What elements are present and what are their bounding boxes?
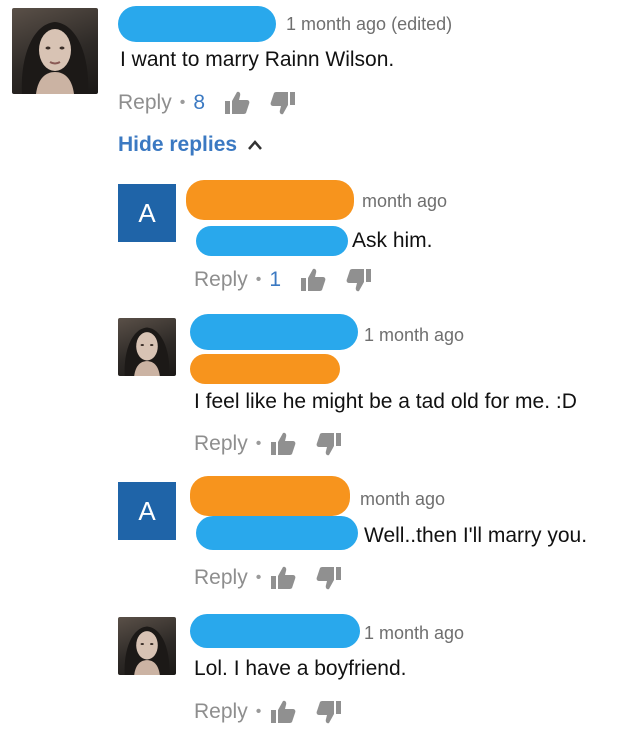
letter-avatar[interactable]: A bbox=[118, 482, 176, 540]
separator-dot: • bbox=[255, 435, 262, 452]
thumbs-down-icon[interactable] bbox=[269, 90, 297, 116]
comment-actions: Reply • 8 bbox=[118, 90, 315, 116]
reply-text: Lol. I have a boyfriend. bbox=[194, 657, 407, 680]
redacted-username bbox=[186, 180, 354, 220]
avatar-letter: A bbox=[138, 197, 156, 228]
reply-text: Well..then I'll marry you. bbox=[364, 524, 588, 547]
comment-text: I want to marry Rainn Wilson. bbox=[120, 48, 395, 71]
reply-actions: Reply • bbox=[194, 431, 361, 457]
redacted-mention bbox=[190, 354, 340, 384]
reply-button[interactable]: Reply bbox=[194, 566, 248, 590]
reply-timestamp: month ago bbox=[362, 191, 448, 211]
avatar[interactable] bbox=[12, 8, 98, 94]
reply-timestamp: month ago bbox=[360, 489, 446, 509]
reply-actions: Reply • bbox=[194, 565, 361, 591]
like-count: 8 bbox=[193, 91, 205, 114]
reply-timestamp: 1 month ago bbox=[364, 325, 465, 345]
redacted-username bbox=[190, 314, 358, 350]
thumbs-up-icon[interactable] bbox=[269, 565, 297, 591]
thumbs-up-icon[interactable] bbox=[269, 699, 297, 725]
comment-timestamp: 1 month ago (edited) bbox=[286, 14, 453, 34]
redacted-mention bbox=[196, 516, 358, 550]
thumbs-down-icon[interactable] bbox=[315, 565, 343, 591]
reply-text: Ask him. bbox=[352, 229, 433, 252]
avatar[interactable] bbox=[118, 617, 176, 675]
thumbs-up-icon[interactable] bbox=[269, 431, 297, 457]
reply-actions: Reply • 1 bbox=[194, 267, 391, 293]
reply-button[interactable]: Reply bbox=[194, 432, 248, 456]
reply-button[interactable]: Reply bbox=[194, 268, 248, 292]
thumbs-down-icon[interactable] bbox=[345, 267, 373, 293]
reply-button[interactable]: Reply bbox=[194, 700, 248, 724]
thumbs-down-icon[interactable] bbox=[315, 699, 343, 725]
reply-text: I feel like he might be a tad old for me… bbox=[194, 390, 577, 413]
separator-dot: • bbox=[255, 569, 262, 586]
avatar[interactable] bbox=[118, 318, 176, 376]
chevron-up-icon bbox=[248, 140, 263, 150]
separator-dot: • bbox=[255, 703, 262, 720]
reply-button[interactable]: Reply bbox=[118, 91, 172, 115]
reply-actions: Reply • bbox=[194, 699, 361, 725]
redacted-username bbox=[190, 614, 360, 648]
avatar-letter: A bbox=[138, 495, 156, 526]
letter-avatar[interactable]: A bbox=[118, 184, 176, 242]
redacted-username bbox=[190, 476, 350, 516]
hide-replies-button[interactable]: Hide replies bbox=[118, 133, 263, 157]
thumbs-up-icon[interactable] bbox=[299, 267, 327, 293]
hide-replies-label: Hide replies bbox=[118, 133, 238, 156]
redacted-username bbox=[118, 6, 276, 42]
like-count: 1 bbox=[269, 268, 281, 291]
redacted-mention bbox=[196, 226, 348, 256]
separator-dot: • bbox=[179, 94, 186, 111]
thumbs-down-icon[interactable] bbox=[315, 431, 343, 457]
separator-dot: • bbox=[255, 271, 262, 288]
reply-timestamp: 1 month ago bbox=[364, 623, 465, 643]
thumbs-up-icon[interactable] bbox=[223, 90, 251, 116]
